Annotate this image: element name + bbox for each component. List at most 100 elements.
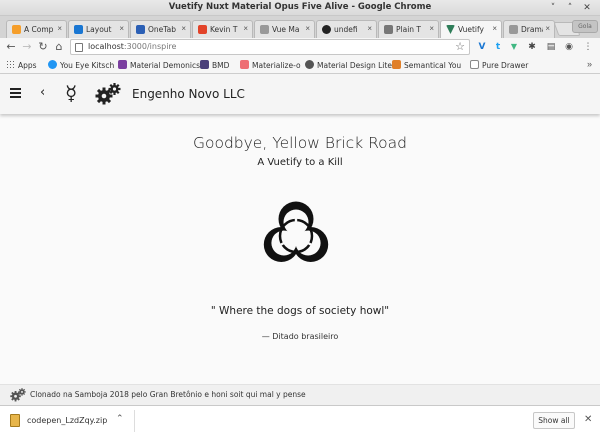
twitter-ext-icon[interactable]: t: [492, 41, 504, 53]
tab-close-icon[interactable]: ×: [57, 24, 62, 33]
page-subheading: A Vuetify to a Kill: [257, 157, 343, 168]
bookmark-material-design-lite[interactable]: Material Design Lite: [305, 60, 392, 72]
tab-a-comp[interactable]: A Comp ×: [6, 20, 67, 38]
bookmarks-bar: Apps You Eye Kitsch Material Demonics BM…: [0, 57, 600, 74]
bookmark-favicon-icon: [305, 60, 314, 69]
app-title: Engenho Novo LLC: [132, 87, 245, 101]
bookmarks-overflow-button[interactable]: »: [587, 59, 592, 69]
bookmark-page-icon: [470, 60, 479, 69]
reload-button[interactable]: ↻: [36, 40, 50, 54]
url-text[interactable]: localhost:3000/inspire: [88, 42, 176, 51]
minimize-button[interactable]: ˅: [548, 3, 558, 13]
close-window-button[interactable]: ✕: [582, 3, 592, 13]
settings-gears-icon[interactable]: [95, 83, 121, 110]
tab-close-icon[interactable]: ×: [429, 24, 434, 33]
tab-favicon-icon: [12, 25, 21, 34]
quote-text: " Where the dogs of society howl": [210, 305, 390, 317]
screenshot-ext-icon[interactable]: ◉: [563, 41, 575, 53]
tab-undefined[interactable]: undefi ×: [316, 20, 377, 38]
tab-vuetify[interactable]: Vuetify ×: [440, 20, 502, 39]
tab-plain-text[interactable]: Plain T ×: [378, 20, 439, 38]
vue-devtools-icon[interactable]: ▼: [508, 41, 520, 53]
tab-favicon-icon: [260, 25, 269, 34]
tab-close-icon[interactable]: ×: [492, 24, 497, 33]
bookmark-favicon-icon: [200, 60, 209, 69]
zip-file-icon[interactable]: [10, 414, 20, 427]
app-toolbar: ‹ ☿ Engenho Novo LLC: [0, 74, 600, 114]
bookmark-label: Material Design Lite: [317, 61, 392, 70]
tab-label: Kevin T: [210, 25, 238, 34]
bookmark-bmd[interactable]: BMD: [200, 60, 229, 72]
divider: [134, 410, 135, 432]
tab-vue-ma[interactable]: Vue Ma ×: [254, 20, 315, 38]
tab-favicon-icon: [136, 25, 145, 34]
puzzle-ext-icon[interactable]: ✱: [526, 41, 538, 53]
chevron-left-icon[interactable]: ‹: [40, 85, 45, 100]
forward-button[interactable]: →: [20, 40, 34, 54]
quote-attribution: — Ditado brasileiro: [261, 332, 339, 341]
tab-layout[interactable]: Layout ×: [68, 20, 129, 38]
tab-label: Plain T: [396, 25, 422, 34]
tab-kevin[interactable]: Kevin T ×: [192, 20, 253, 38]
bookmark-apps[interactable]: Apps: [6, 60, 37, 72]
chrome-menu-icon[interactable]: ⋮: [582, 41, 594, 53]
tab-close-icon[interactable]: ×: [545, 24, 550, 33]
back-button[interactable]: ←: [4, 40, 18, 54]
download-file-name[interactable]: codepen_LzdZqy.zip: [27, 416, 107, 425]
menu-icon[interactable]: [10, 88, 21, 98]
maximize-button[interactable]: ˄: [565, 3, 575, 13]
main-content: Goodbye, Yellow Brick Road A Vuetify to …: [0, 114, 600, 384]
close-downloads-icon[interactable]: ✕: [584, 414, 592, 425]
tab-close-icon[interactable]: ×: [305, 24, 310, 33]
biohazard-favicon-icon: [322, 25, 331, 34]
window-titlebar: Vuetify Nuxt Material Opus Five Alive - …: [0, 0, 600, 16]
tab-label: Vue Ma: [272, 25, 300, 34]
bookmark-label: Apps: [18, 61, 37, 70]
tab-label: A Comp: [24, 25, 54, 34]
tab-favicon-icon: [74, 25, 83, 34]
bookmark-semantical-you[interactable]: Semantical You: [392, 60, 461, 72]
url-path: :3000/inspire: [123, 42, 177, 51]
menu-ext-icon[interactable]: ▤: [545, 41, 557, 53]
app-footer: Clonado na Samboja 2018 pelo Gran Bretôn…: [0, 384, 600, 405]
download-options-chevron-icon[interactable]: ⌃: [116, 414, 124, 424]
address-bar[interactable]: localhost:3000/inspire ☆: [70, 39, 470, 55]
vuetify-ext-icon[interactable]: V: [476, 41, 488, 53]
vuetify-favicon-icon: [446, 25, 455, 34]
tab-favicon-icon: [198, 25, 207, 34]
tab-close-icon[interactable]: ×: [367, 24, 372, 33]
tab-favicon-icon: [384, 25, 393, 34]
tab-label: OneTab: [148, 25, 176, 34]
bookmark-pure-drawer[interactable]: Pure Drawer: [470, 60, 528, 72]
bookmark-material-demonics[interactable]: Material Demonics: [118, 60, 200, 72]
profile-button[interactable]: Gola: [572, 20, 598, 33]
apps-grid-icon: [6, 60, 15, 69]
bookmark-label: Pure Drawer: [482, 61, 529, 70]
bookmark-favicon-icon: [48, 60, 57, 69]
tab-strip: A Comp × Layout × OneTab × Kevin T × Vue…: [0, 16, 600, 39]
tab-onetab[interactable]: OneTab ×: [130, 20, 191, 38]
bookmark-label: Semantical You: [404, 61, 462, 70]
bookmark-star-icon[interactable]: ☆: [455, 40, 465, 53]
downloads-shelf: codepen_LzdZqy.zip ⌃ Show all ✕: [0, 405, 600, 435]
bookmark-label: Materialize-o: [252, 61, 301, 70]
page-info-icon[interactable]: [75, 43, 83, 52]
tab-close-icon[interactable]: ×: [181, 24, 186, 33]
tab-close-icon[interactable]: ×: [243, 24, 248, 33]
show-all-button[interactable]: Show all: [533, 412, 575, 429]
footer-text: Clonado na Samboja 2018 pelo Gran Bretôn…: [30, 390, 306, 399]
tab-drama[interactable]: Drama ×: [503, 20, 555, 38]
bookmark-favicon-icon: [392, 60, 401, 69]
bookmark-materialize[interactable]: Materialize-o: [240, 60, 301, 72]
tab-close-icon[interactable]: ×: [119, 24, 124, 33]
tab-label: Drama: [521, 25, 543, 34]
bookmark-favicon-icon: [118, 60, 127, 69]
bookmark-you-eye-kitsch[interactable]: You Eye Kitsch: [48, 60, 114, 72]
tab-label: Vuetify: [458, 25, 484, 34]
tab-label: Layout: [86, 25, 112, 34]
mercury-icon[interactable]: ☿: [65, 81, 77, 105]
home-button[interactable]: ⌂: [52, 40, 66, 54]
bookmark-label: You Eye Kitsch: [60, 61, 115, 70]
biohazard-icon: [256, 196, 336, 276]
tab-label: undefi: [334, 25, 358, 34]
